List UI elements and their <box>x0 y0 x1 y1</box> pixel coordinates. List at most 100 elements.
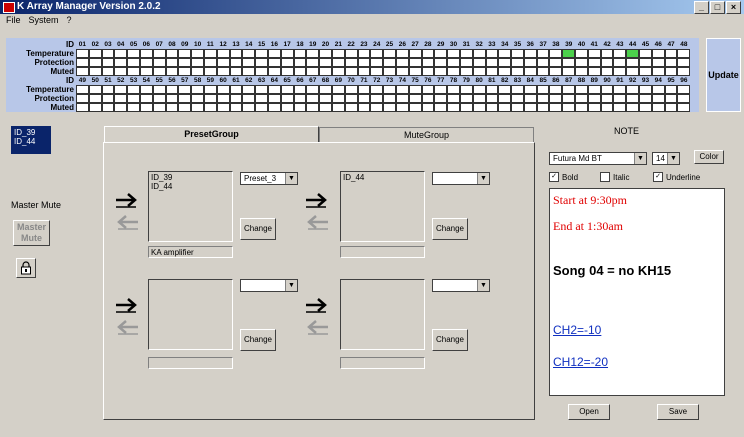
grid-cell-muted-36[interactable] <box>523 67 537 76</box>
grid-cell-temperature-35[interactable] <box>511 49 524 58</box>
grid-cell-muted-02[interactable] <box>88 67 102 76</box>
grid-cell-muted-39[interactable] <box>562 67 576 76</box>
grid-cell-temperature-21[interactable] <box>331 49 345 58</box>
grid-cell-protection-78[interactable] <box>447 94 460 103</box>
grid-cell-muted-53[interactable] <box>127 103 140 112</box>
grid-cell-temperature-23[interactable] <box>357 49 371 58</box>
chevron-down-icon[interactable]: ▼ <box>285 280 297 291</box>
grid-cell-muted-58[interactable] <box>191 103 204 112</box>
grid-cell-temperature-20[interactable] <box>319 49 332 58</box>
grid-cell-temperature-26[interactable] <box>395 49 409 58</box>
grid-cell-temperature-63[interactable] <box>255 85 268 94</box>
grid-cell-protection-65[interactable] <box>280 94 294 103</box>
grid-cell-protection-43[interactable] <box>613 58 627 67</box>
grid-cell-muted-29[interactable] <box>434 67 448 76</box>
grid-cell-protection-12[interactable] <box>216 58 230 67</box>
list-item[interactable]: ID_44 <box>14 137 48 146</box>
grid-cell-protection-88[interactable] <box>575 94 588 103</box>
grid-cell-temperature-57[interactable] <box>178 85 192 94</box>
grid-cell-muted-77[interactable] <box>434 103 448 112</box>
lock-button[interactable] <box>16 258 36 278</box>
grid-cell-temperature-16[interactable] <box>267 49 281 58</box>
grid-cell-temperature-67[interactable] <box>306 85 320 94</box>
grid-cell-temperature-65[interactable] <box>280 85 294 94</box>
group-members-list[interactable]: ID_44 <box>340 171 425 242</box>
menu-help[interactable]: ? <box>67 15 72 27</box>
grid-cell-temperature-02[interactable] <box>88 49 102 58</box>
tab-mutegroup[interactable]: MuteGroup <box>319 127 534 142</box>
grid-cell-muted-83[interactable] <box>511 103 524 112</box>
grid-cell-temperature-33[interactable] <box>485 49 499 58</box>
grid-cell-protection-63[interactable] <box>255 94 268 103</box>
grid-cell-temperature-87[interactable] <box>562 85 576 94</box>
grid-cell-protection-73[interactable] <box>383 94 396 103</box>
grid-cell-protection-23[interactable] <box>357 58 371 67</box>
grid-cell-temperature-62[interactable] <box>242 85 256 94</box>
grid-cell-temperature-70[interactable] <box>344 85 358 94</box>
grid-cell-muted-63[interactable] <box>255 103 268 112</box>
grid-cell-muted-19[interactable] <box>306 67 320 76</box>
grid-cell-temperature-71[interactable] <box>357 85 371 94</box>
grid-cell-protection-52[interactable] <box>114 94 128 103</box>
grid-cell-protection-27[interactable] <box>408 58 422 67</box>
grid-cell-temperature-79[interactable] <box>459 85 473 94</box>
grid-cell-temperature-41[interactable] <box>587 49 601 58</box>
grid-cell-temperature-47[interactable] <box>664 49 678 58</box>
grid-cell-protection-82[interactable] <box>498 94 512 103</box>
arrow-left-icon[interactable] <box>114 318 140 336</box>
grid-cell-protection-96[interactable] <box>677 94 691 103</box>
grid-cell-temperature-03[interactable] <box>101 49 115 58</box>
grid-cell-protection-49[interactable] <box>76 94 89 103</box>
grid-cell-temperature-66[interactable] <box>293 85 307 94</box>
bold-checkbox[interactable]: ✓ Bold <box>549 172 578 182</box>
grid-cell-muted-86[interactable] <box>549 103 563 112</box>
grid-cell-muted-14[interactable] <box>242 67 256 76</box>
grid-cell-protection-18[interactable] <box>293 58 307 67</box>
grid-cell-temperature-78[interactable] <box>447 85 460 94</box>
grid-cell-protection-79[interactable] <box>459 94 473 103</box>
grid-cell-muted-76[interactable] <box>421 103 435 112</box>
grid-cell-muted-60[interactable] <box>216 103 230 112</box>
grid-cell-temperature-45[interactable] <box>639 49 652 58</box>
grid-cell-muted-37[interactable] <box>536 67 550 76</box>
grid-cell-protection-59[interactable] <box>203 94 217 103</box>
grid-cell-temperature-84[interactable] <box>523 85 537 94</box>
grid-cell-protection-94[interactable] <box>651 94 665 103</box>
grid-cell-muted-27[interactable] <box>408 67 422 76</box>
grid-cell-protection-56[interactable] <box>165 94 179 103</box>
grid-cell-protection-36[interactable] <box>523 58 537 67</box>
grid-cell-protection-47[interactable] <box>664 58 678 67</box>
grid-cell-muted-91[interactable] <box>613 103 627 112</box>
grid-cell-protection-53[interactable] <box>127 94 140 103</box>
grid-cell-muted-57[interactable] <box>178 103 192 112</box>
grid-cell-temperature-64[interactable] <box>267 85 281 94</box>
list-item[interactable]: ID_39 <box>14 128 48 137</box>
grid-cell-muted-03[interactable] <box>101 67 115 76</box>
grid-cell-protection-34[interactable] <box>498 58 512 67</box>
grid-cell-temperature-08[interactable] <box>165 49 179 58</box>
grid-cell-temperature-40[interactable] <box>575 49 588 58</box>
grid-cell-temperature-19[interactable] <box>306 49 320 58</box>
grid-cell-muted-06[interactable] <box>139 67 153 76</box>
preset-select[interactable]: ▼ <box>432 172 490 185</box>
grid-cell-protection-20[interactable] <box>319 58 332 67</box>
grid-cell-temperature-76[interactable] <box>421 85 435 94</box>
minimize-button[interactable]: _ <box>694 1 709 14</box>
grid-cell-protection-70[interactable] <box>344 94 358 103</box>
preset-select[interactable]: ▼ <box>240 279 298 292</box>
menu-system[interactable]: System <box>29 15 59 27</box>
grid-cell-muted-55[interactable] <box>152 103 166 112</box>
grid-cell-protection-05[interactable] <box>127 58 140 67</box>
grid-cell-temperature-53[interactable] <box>127 85 140 94</box>
grid-cell-temperature-85[interactable] <box>536 85 550 94</box>
grid-cell-temperature-54[interactable] <box>139 85 153 94</box>
grid-cell-muted-41[interactable] <box>587 67 601 76</box>
grid-cell-muted-50[interactable] <box>88 103 102 112</box>
grid-cell-muted-17[interactable] <box>280 67 294 76</box>
grid-cell-protection-29[interactable] <box>434 58 448 67</box>
grid-cell-temperature-69[interactable] <box>331 85 345 94</box>
group-members-list[interactable] <box>148 279 233 350</box>
grid-cell-temperature-90[interactable] <box>600 85 614 94</box>
grid-cell-muted-32[interactable] <box>472 67 486 76</box>
grid-cell-muted-96[interactable] <box>677 103 691 112</box>
